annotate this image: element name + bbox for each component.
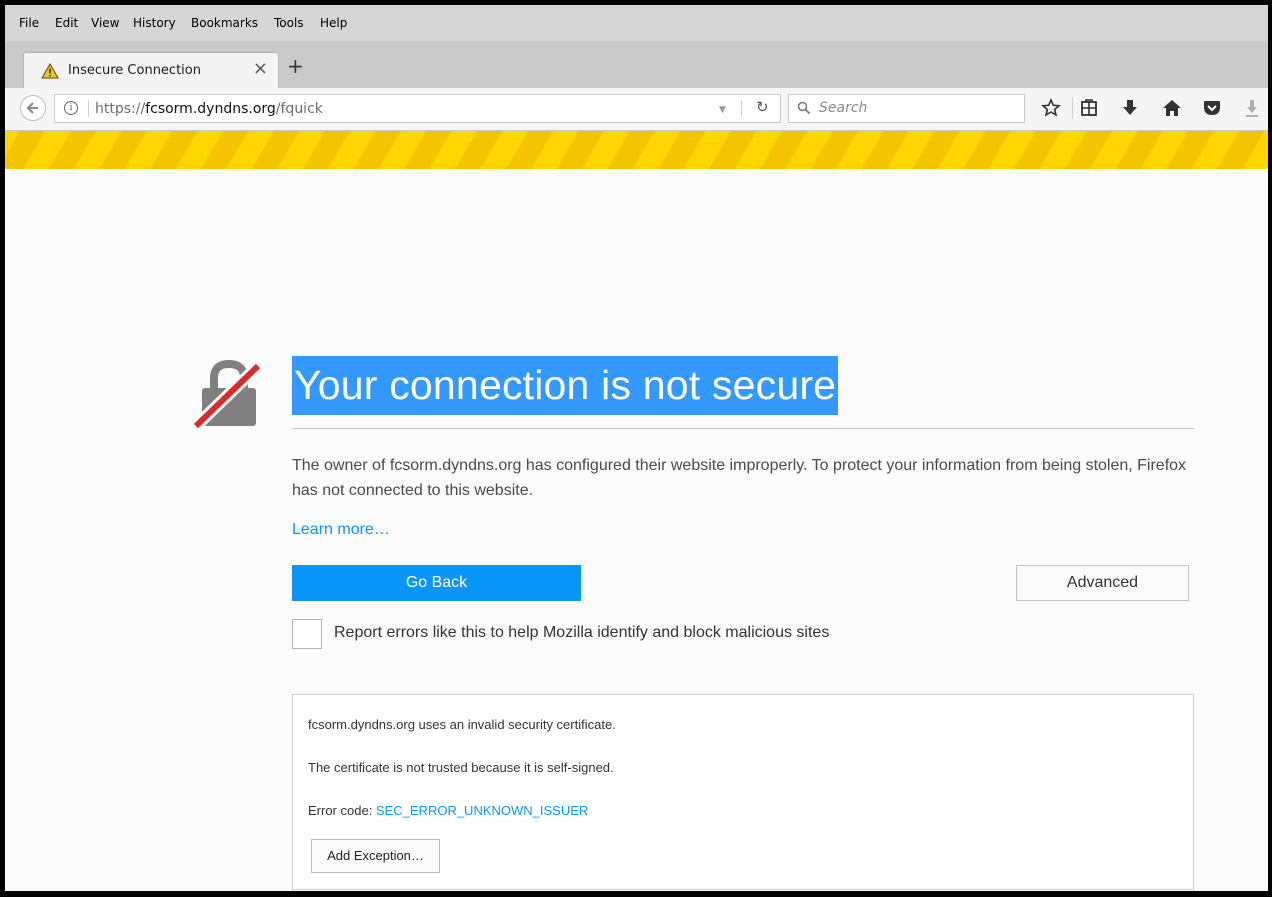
browser-window: File Edit View History Bookmarks Tools H…: [0, 0, 1272, 897]
menu-tools[interactable]: Tools: [274, 16, 304, 30]
download-icon[interactable]: [1122, 98, 1138, 122]
menu-bookmarks[interactable]: Bookmarks: [191, 16, 258, 30]
site-info-icon[interactable]: i: [64, 101, 78, 115]
url-divider: [741, 100, 742, 117]
error-code-link[interactable]: SEC_ERROR_UNKNOWN_ISSUER: [376, 803, 588, 818]
url-host: fcsorm.dyndns.org: [145, 101, 276, 117]
menu-edit[interactable]: Edit: [55, 16, 78, 30]
tab-strip: Insecure Connection × +: [5, 41, 1268, 88]
search-placeholder: Search: [819, 100, 868, 116]
reading-list-icon[interactable]: [1080, 98, 1098, 122]
navigation-toolbar: i https://fcsorm.dyndns.org/fquick ▼ ↻ S…: [5, 88, 1268, 131]
advanced-button[interactable]: Advanced: [1016, 565, 1189, 601]
back-arrow-icon: [26, 102, 38, 114]
toolbar-divider: [1072, 97, 1073, 119]
url-scheme: https://: [95, 101, 146, 117]
report-errors-checkbox[interactable]: [292, 619, 322, 649]
error-description: The owner of fcsorm.dyndns.org has confi…: [292, 457, 1187, 499]
new-tab-plus-icon[interactable]: +: [287, 54, 304, 78]
report-errors-label: Report errors like this to help Mozilla …: [334, 624, 830, 641]
pocket-icon[interactable]: [1202, 98, 1222, 122]
menu-view[interactable]: View: [91, 16, 119, 30]
warning-triangle-icon: [41, 62, 59, 83]
back-button[interactable]: [20, 95, 46, 121]
search-icon: [797, 101, 811, 115]
menu-history[interactable]: History: [133, 16, 176, 30]
learn-more-link[interactable]: Learn more…: [292, 521, 390, 539]
broken-lock-icon: [192, 359, 263, 430]
self-signed-text: The certificate is not trusted because i…: [308, 760, 614, 775]
reload-icon[interactable]: ↻: [756, 98, 769, 116]
horizontal-scrollbar-thumb[interactable]: [353, 891, 409, 895]
menu-file[interactable]: File: [19, 16, 39, 30]
error-code-line: Error code: SEC_ERROR_UNKNOWN_ISSUER: [308, 803, 588, 818]
download-status-icon[interactable]: [1245, 98, 1259, 122]
bookmark-star-icon[interactable]: [1041, 97, 1061, 122]
certificate-invalid-text: fcsorm.dyndns.org uses an invalid securi…: [308, 717, 616, 732]
title-divider: [292, 428, 1194, 429]
tab-insecure-connection[interactable]: Insecure Connection ×: [23, 52, 279, 88]
url-text[interactable]: https://fcsorm.dyndns.org/fquick: [95, 101, 323, 117]
menu-bar: File Edit View History Bookmarks Tools H…: [5, 5, 1268, 41]
advanced-details-panel: fcsorm.dyndns.org uses an invalid securi…: [292, 694, 1194, 890]
url-dropdown-icon[interactable]: ▼: [719, 105, 726, 115]
close-tab-icon[interactable]: ×: [253, 58, 268, 79]
error-code-label: Error code:: [308, 803, 376, 818]
url-bar[interactable]: i https://fcsorm.dyndns.org/fquick ▼ ↻: [54, 94, 781, 123]
insecure-warning-stripes: [5, 131, 1268, 169]
go-back-button[interactable]: Go Back: [292, 565, 581, 601]
error-title: Your connection is not secure: [292, 356, 839, 415]
add-exception-button[interactable]: Add Exception…: [311, 839, 440, 873]
url-path: /fquick: [275, 101, 323, 117]
tab-title: Insecure Connection: [68, 63, 201, 78]
menu-help[interactable]: Help: [320, 16, 347, 30]
url-divider: [88, 100, 89, 117]
home-icon[interactable]: [1162, 98, 1182, 122]
search-bar[interactable]: Search: [788, 94, 1025, 123]
error-page-content: Your connection is not secure The owner …: [5, 169, 1268, 895]
